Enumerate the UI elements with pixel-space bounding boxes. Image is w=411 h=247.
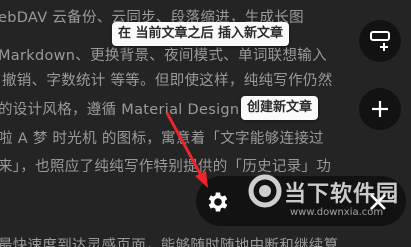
- annotation-arrow: [165, 112, 208, 188]
- editor-screen: ebDAV 云备份、云同步、段落缩进，生成长图 Markdown、更换背景、夜间…: [0, 0, 411, 247]
